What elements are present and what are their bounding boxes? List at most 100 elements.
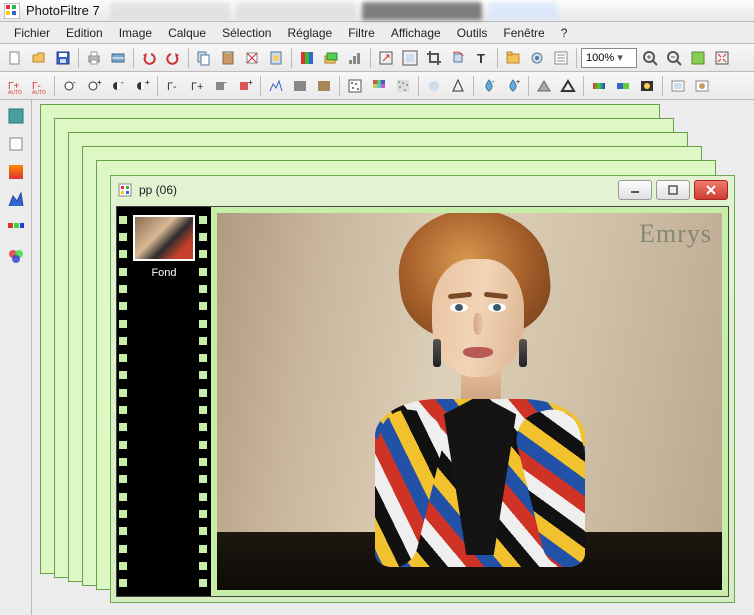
background-blur xyxy=(110,2,558,20)
histogram-tool-icon[interactable] xyxy=(265,75,287,97)
menu-help[interactable]: ? xyxy=(553,24,576,42)
rotate-icon[interactable] xyxy=(447,47,469,69)
gamma-plus-icon[interactable]: Γ+AUTO xyxy=(4,75,26,97)
sepia-icon[interactable] xyxy=(313,75,335,97)
zoom-in-icon[interactable] xyxy=(639,47,661,69)
layer-thumbnail[interactable] xyxy=(133,215,195,261)
noise-icon[interactable] xyxy=(392,75,414,97)
undo-icon[interactable] xyxy=(138,47,160,69)
svg-text:-: - xyxy=(224,78,227,87)
fit-icon[interactable] xyxy=(711,47,733,69)
brightness-plus-icon[interactable]: + xyxy=(83,75,105,97)
svg-text:-: - xyxy=(73,78,76,87)
svg-text:-: - xyxy=(492,79,495,86)
drop-minus-icon[interactable]: - xyxy=(478,75,500,97)
swatch-tool-icon[interactable] xyxy=(6,218,26,238)
crop-icon[interactable] xyxy=(423,47,445,69)
fullscreen-icon[interactable] xyxy=(687,47,709,69)
saturation-plus-icon[interactable]: + xyxy=(234,75,256,97)
menu-affichage[interactable]: Affichage xyxy=(383,24,449,42)
main-toolbar: T 100%▾ xyxy=(0,44,754,72)
swap-icon[interactable] xyxy=(612,75,634,97)
cut-icon[interactable] xyxy=(241,47,263,69)
drop-plus-icon[interactable]: + xyxy=(502,75,524,97)
automation-icon[interactable] xyxy=(526,47,548,69)
svg-text:+: + xyxy=(97,78,102,87)
app-title: PhotoFiltre 7 xyxy=(26,3,100,18)
maximize-button[interactable] xyxy=(656,180,690,200)
canvas-area: pp (06) Fond xyxy=(32,100,754,615)
menu-calque[interactable]: Calque xyxy=(160,24,214,42)
gamma-minus-icon[interactable]: Γ-AUTO xyxy=(28,75,50,97)
canvas-image: Emrys xyxy=(217,213,722,590)
app-icon xyxy=(4,3,20,19)
document-window: pp (06) Fond xyxy=(110,175,735,603)
menu-bar: Fichier Edition Image Calque Sélection R… xyxy=(0,22,754,44)
contrast-plus-icon[interactable]: + xyxy=(131,75,153,97)
brightness-minus-icon[interactable]: - xyxy=(59,75,81,97)
dither-icon[interactable] xyxy=(344,75,366,97)
save-icon[interactable] xyxy=(52,47,74,69)
module2-icon[interactable] xyxy=(691,75,713,97)
gradient-bar-icon[interactable] xyxy=(588,75,610,97)
contrast-minus-icon[interactable]: - xyxy=(107,75,129,97)
resize-icon[interactable] xyxy=(375,47,397,69)
menu-image[interactable]: Image xyxy=(111,24,160,42)
menu-outils[interactable]: Outils xyxy=(449,24,496,42)
canvas-viewport[interactable]: Emrys xyxy=(211,207,728,596)
relief-icon[interactable] xyxy=(533,75,555,97)
histogram-tool2-icon[interactable] xyxy=(6,190,26,210)
menu-reglage[interactable]: Réglage xyxy=(279,24,340,42)
svg-text:Γ+: Γ+ xyxy=(191,81,203,93)
histogram-icon[interactable] xyxy=(344,47,366,69)
paste-icon[interactable] xyxy=(217,47,239,69)
menu-fichier[interactable]: Fichier xyxy=(6,24,58,42)
svg-text:AUTO: AUTO xyxy=(8,90,22,94)
svg-text:T: T xyxy=(477,51,485,66)
menu-filtre[interactable]: Filtre xyxy=(340,24,383,42)
menu-selection[interactable]: Sélection xyxy=(214,24,279,42)
close-button[interactable] xyxy=(694,180,728,200)
zoom-out-icon[interactable] xyxy=(663,47,685,69)
edge-icon[interactable] xyxy=(557,75,579,97)
open-file-icon[interactable] xyxy=(28,47,50,69)
secondary-toolbar: Γ+AUTO Γ-AUTO - + - + Γ- Γ+ - + - + xyxy=(0,72,754,100)
menu-edition[interactable]: Edition xyxy=(58,24,111,42)
photomask-icon[interactable] xyxy=(636,75,658,97)
svg-text:+: + xyxy=(516,79,520,86)
left-tool-palette xyxy=(0,100,32,615)
gamma-down-icon[interactable]: Γ- xyxy=(162,75,184,97)
document-icon xyxy=(117,182,133,198)
mosaic-icon[interactable] xyxy=(368,75,390,97)
redo-icon[interactable] xyxy=(162,47,184,69)
text-icon[interactable]: T xyxy=(471,47,493,69)
minimize-button[interactable] xyxy=(618,180,652,200)
rgb-channels-icon[interactable] xyxy=(296,47,318,69)
canvas-size-icon[interactable] xyxy=(399,47,421,69)
menu-fenetre[interactable]: Fenêtre xyxy=(495,24,552,42)
saturation-minus-icon[interactable]: - xyxy=(210,75,232,97)
svg-text:+: + xyxy=(248,78,253,87)
explorer-icon[interactable] xyxy=(502,47,524,69)
document-title: pp (06) xyxy=(139,183,618,197)
preferences-icon[interactable] xyxy=(550,47,572,69)
gamma-up-icon[interactable]: Γ+ xyxy=(186,75,208,97)
scanner-icon[interactable] xyxy=(107,47,129,69)
gradient-tool-icon[interactable] xyxy=(6,162,26,182)
selection-tool-icon[interactable] xyxy=(6,106,26,126)
watermark-text: Emrys xyxy=(639,219,712,249)
module-icon[interactable] xyxy=(667,75,689,97)
layer-panel: Fond xyxy=(117,207,211,596)
layer-tool-icon[interactable] xyxy=(6,134,26,154)
new-file-icon[interactable] xyxy=(4,47,26,69)
blur-icon[interactable] xyxy=(423,75,445,97)
paste-special-icon[interactable] xyxy=(265,47,287,69)
grayscale-icon[interactable] xyxy=(289,75,311,97)
layers-icon[interactable] xyxy=(320,47,342,69)
document-titlebar[interactable]: pp (06) xyxy=(111,176,734,204)
copy-icon[interactable] xyxy=(193,47,215,69)
print-icon[interactable] xyxy=(83,47,105,69)
zoom-select[interactable]: 100%▾ xyxy=(581,48,637,68)
color-wheel-icon[interactable] xyxy=(6,246,26,266)
sharpen-icon[interactable] xyxy=(447,75,469,97)
